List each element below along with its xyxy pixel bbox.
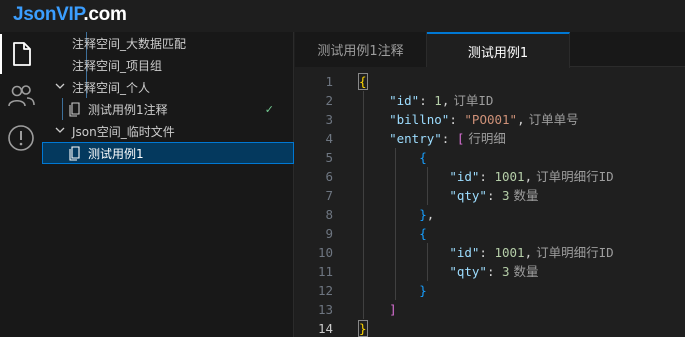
annotation-hint: 订单明细行ID	[536, 169, 614, 184]
line-number: 8	[325, 207, 333, 222]
line-number: 13	[317, 302, 333, 317]
tree-folder[interactable]: Json空间_临时文件	[42, 120, 294, 142]
code-line: 6 "id": 1001, 订单明细行ID	[295, 167, 685, 186]
logo-suffix: .com	[83, 4, 127, 25]
line-number: 1	[325, 74, 333, 89]
file-icon	[69, 146, 80, 161]
tree-item-label: 注释空间_项目组	[72, 58, 163, 73]
explorer-button[interactable]	[0, 34, 42, 74]
code-line: 2 "id": 1, 订单ID	[295, 91, 685, 110]
annotation-hint: 行明细	[468, 131, 506, 146]
code-line: 9 {	[295, 224, 685, 243]
json-value: 1	[434, 93, 442, 108]
alert-icon	[8, 125, 34, 151]
annotation-hint: 订单单号	[528, 112, 579, 127]
tree-file[interactable]: 测试用例1注释 ✓	[42, 98, 294, 120]
code-line: 11 "qty": 3 数量	[295, 262, 685, 281]
tree-item-label: 注释空间_大数据匹配	[72, 36, 187, 51]
json-value: "PO001"	[464, 112, 518, 127]
code-line: 8 },	[295, 205, 685, 224]
json-value: 1001	[494, 245, 525, 260]
code-editor[interactable]: 1 { 2 "id": 1, 订单ID 3 "billno": "PO001", 订…	[295, 67, 685, 337]
chevron-down-icon[interactable]	[52, 125, 68, 138]
json-key: "id"	[449, 169, 480, 184]
tree-folder-label: Json空间_临时文件	[72, 124, 175, 139]
line-number: 2	[325, 93, 333, 108]
tree-file-label: 测试用例1注释	[88, 102, 168, 117]
logo-main: JsonVIP	[13, 4, 84, 25]
explorer-panel: 注释空间_大数据匹配 注释空间_项目组 注释空间_个人 测试用例1注释 ✓ Js…	[42, 32, 294, 337]
line-number: 6	[325, 169, 333, 184]
line-number: 9	[325, 226, 333, 241]
users-button[interactable]	[0, 76, 42, 116]
annotation-hint: 数量	[513, 264, 539, 279]
code-line: 7 "qty": 3 数量	[295, 186, 685, 205]
json-key: "id"	[389, 93, 420, 108]
line-number: 14	[317, 321, 333, 336]
json-value: 1001	[494, 169, 525, 184]
json-key: "entry"	[389, 131, 442, 146]
tree-file-selected[interactable]: 测试用例1	[42, 142, 294, 164]
file-icon	[69, 102, 80, 117]
tree-folder[interactable]: 注释空间_个人	[42, 76, 294, 98]
tab-active[interactable]: 测试用例1	[427, 32, 570, 68]
code-line: 4 "entry": [行明细	[295, 129, 685, 148]
editor-area: 测试用例1注释 测试用例1 1 { 2 "id": 1, 订单ID 3 "bill…	[295, 32, 685, 337]
code-line: 13 ]	[295, 300, 685, 319]
activity-bar	[0, 32, 42, 337]
json-key: "qty"	[449, 264, 487, 279]
code-line-current: 14 }	[295, 319, 685, 337]
check-icon: ✓	[264, 102, 274, 116]
line-number: 10	[317, 245, 333, 260]
annotation-hint: 订单ID	[453, 93, 494, 108]
tree-item[interactable]: 注释空间_大数据匹配	[42, 32, 294, 54]
json-value: 3	[502, 188, 510, 203]
file-icon	[13, 42, 31, 66]
users-icon	[8, 85, 35, 107]
tab-label: 测试用例1	[467, 45, 529, 61]
line-number: 11	[317, 264, 333, 279]
json-key: "qty"	[449, 188, 487, 203]
tree-folder-label: 注释空间_个人	[72, 80, 151, 95]
code-line: 12 }	[295, 281, 685, 300]
annotation-hint: 订单明细行ID	[536, 245, 614, 260]
json-key: "id"	[449, 245, 480, 260]
annotation-hint: 数量	[513, 188, 539, 203]
line-number: 4	[325, 131, 333, 146]
tree-file-label: 测试用例1	[88, 146, 144, 161]
line-number: 3	[325, 112, 333, 127]
tab-bar: 测试用例1注释 测试用例1	[295, 32, 685, 68]
tree-item[interactable]: 注释空间_项目组	[42, 54, 294, 76]
tab-label: 测试用例1注释	[317, 44, 404, 59]
code-line: 3 "billno": "PO001", 订单单号	[295, 110, 685, 129]
line-number: 5	[325, 150, 333, 165]
logo[interactable]: JsonVIP.com	[13, 4, 127, 26]
code-line: 1 {	[295, 72, 685, 91]
chevron-down-icon[interactable]	[52, 81, 68, 94]
problems-button[interactable]	[0, 118, 42, 158]
json-key: "billno"	[389, 112, 450, 127]
tab-annotation[interactable]: 测试用例1注释	[295, 32, 427, 67]
title-bar: JsonVIP.com	[0, 0, 685, 32]
code-line: 10 "id": 1001, 订单明细行ID	[295, 243, 685, 262]
code-line: 5 {	[295, 148, 685, 167]
line-number: 12	[317, 283, 333, 298]
line-number: 7	[325, 188, 333, 203]
json-value: 3	[502, 264, 510, 279]
